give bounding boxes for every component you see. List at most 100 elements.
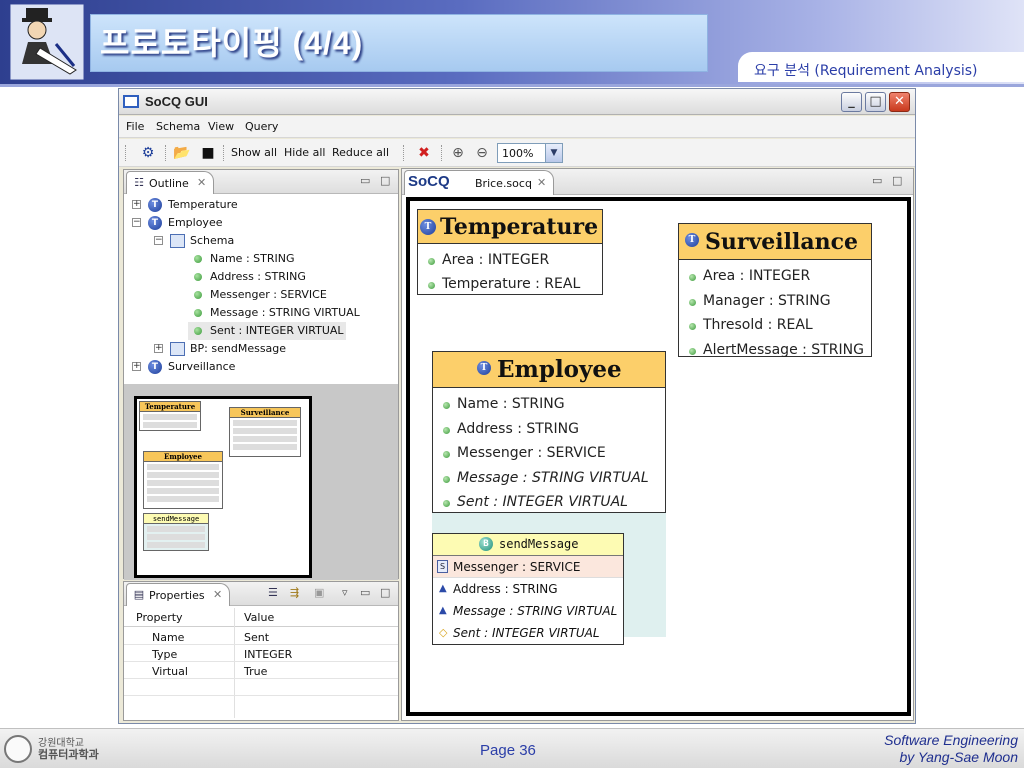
attribute-icon [194,327,202,335]
tree-item-schema[interactable]: − Schema [124,232,396,250]
close-icon[interactable]: ✕ [537,176,546,189]
overview-surveillance-box: Surveillance [229,407,301,457]
binding-pattern-header[interactable]: B sendMessage [433,534,623,556]
attribute-icon [689,274,696,281]
class-attribute[interactable]: Temperature : REAL [442,276,580,292]
minimize-icon[interactable]: ▭ [360,586,370,599]
maximize-icon[interactable]: □ [380,586,390,599]
tree-item-label: Address : STRING [210,270,306,283]
reduce-all-button[interactable]: Reduce all [332,146,389,159]
menu-schema[interactable]: Schema [156,120,200,133]
class-header-surveillance[interactable]: T Surveillance [679,224,871,260]
property-value[interactable]: Sent [244,631,269,644]
class-attribute[interactable]: Address : STRING [457,421,579,437]
class-attribute[interactable]: Name : STRING [457,396,565,412]
tab-outline[interactable]: ☷ Outline ✕ [126,171,214,194]
show-all-button[interactable]: Show all [231,146,277,159]
zoom-in-icon[interactable]: ⊕ [449,144,467,162]
window-titlebar[interactable]: SoCQ GUI _ □ ✕ [119,89,915,115]
close-icon: ✕ [894,94,905,109]
minimize-icon[interactable]: ▭ [360,174,370,187]
hide-all-button[interactable]: Hide all [284,146,325,159]
attribute-icon [689,348,696,355]
categories-icon[interactable]: ☰ [268,586,278,599]
tree-item-attribute[interactable]: Message : STRING VIRTUAL [124,304,396,322]
binding-pattern-row[interactable]: ◇ Sent : INTEGER VIRTUAL [433,622,623,644]
save-icon[interactable]: ■ [199,144,217,162]
tree-item-attribute[interactable]: Name : STRING [124,250,396,268]
binding-pattern-row-label: Messenger : SERVICE [453,560,581,574]
class-header-employee[interactable]: T Employee [433,352,665,388]
open-folder-icon[interactable]: 📂 [173,144,191,162]
overview-bp-title: sendMessage [144,514,208,524]
class-attribute[interactable]: Area : INTEGER [703,268,810,284]
menu-file[interactable]: File [126,120,144,133]
tree-item-temperature[interactable]: + T Temperature [124,196,396,214]
binding-pattern-icon [170,342,185,356]
binding-pattern-row[interactable]: ▲ Message : STRING VIRTUAL [433,600,623,622]
overview-viewport[interactable]: Temperature Surveillance Employee sendMe… [134,396,312,578]
binding-pattern-row[interactable]: ▲ Address : STRING [433,578,623,600]
class-header-temperature[interactable]: T Temperature [418,210,602,244]
class-icon: T [148,198,162,212]
tree-item-label: Employee [168,216,223,229]
zoom-out-icon[interactable]: ⊖ [473,144,491,162]
maximize-button[interactable]: □ [865,92,886,112]
tab-properties[interactable]: ▤ Properties ✕ [126,583,230,606]
attribute-icon [194,255,202,263]
outline-tab-label: Outline [149,177,189,190]
tree-item-attribute[interactable]: Address : STRING [124,268,396,286]
menu-query[interactable]: Query [245,120,278,133]
column-header-value[interactable]: Value [244,611,274,629]
close-icon[interactable]: ✕ [213,588,222,601]
tree-item-binding-pattern[interactable]: + BP: sendMessage [124,340,396,358]
advanced-icon[interactable]: ▣ [314,586,324,599]
class-attribute-virtual[interactable]: Sent : INTEGER VIRTUAL [457,494,628,510]
maximize-icon[interactable]: □ [892,174,902,187]
class-attribute[interactable]: Manager : STRING [703,293,831,309]
collapse-icon[interactable]: − [154,236,163,245]
class-box-employee[interactable]: T Employee Name : STRING Address : STRIN… [432,351,666,513]
slide: 프로토타이핑 (4/4) 요구 분석 (Requirement Analysis… [0,0,1024,768]
maximize-icon[interactable]: □ [380,174,390,187]
tree-item-employee[interactable]: − T Employee [124,214,396,232]
property-name: Name [152,631,185,644]
class-box-surveillance[interactable]: T Surveillance Area : INTEGER Manager : … [678,223,872,358]
chevron-down-icon[interactable]: ▼ [545,144,562,162]
expand-icon[interactable]: + [132,362,141,371]
tree-item-attribute-selected[interactable]: Sent : INTEGER VIRTUAL [188,322,346,340]
class-attribute[interactable]: Messenger : SERVICE [457,445,606,461]
expand-icon[interactable]: + [132,200,141,209]
minimize-icon[interactable]: ▭ [872,174,882,187]
binding-pattern-icon: B [479,537,493,551]
binding-pattern-row[interactable]: S Messenger : SERVICE [433,556,623,578]
tree-item-surveillance[interactable]: + T Surveillance [124,358,396,376]
close-icon[interactable]: ✕ [197,176,206,189]
tree-item-attribute[interactable]: Messenger : SERVICE [124,286,396,304]
property-value[interactable]: INTEGER [244,648,292,661]
binding-pattern-box[interactable]: B sendMessage S Messenger : SERVICE ▲ Ad… [432,533,624,645]
column-header-property[interactable]: Property [136,611,183,629]
new-schema-icon[interactable]: ⚙ [139,144,157,162]
class-attribute[interactable]: Thresold : REAL [703,317,813,333]
tab-brice-socq[interactable]: SoCQ Brice.socq ✕ [404,170,554,195]
close-button[interactable]: ✕ [889,92,910,112]
delete-icon[interactable]: ✖ [415,144,433,162]
property-value[interactable]: True [244,665,267,678]
class-name: Surveillance [705,229,858,255]
filter-icon[interactable]: ⇶ [290,586,299,599]
expand-icon[interactable]: + [154,344,163,353]
class-attribute[interactable]: AlertMessage : STRING [703,342,864,358]
minimize-button[interactable]: _ [841,92,862,112]
collapse-icon[interactable]: − [132,218,141,227]
chevron-down-icon[interactable]: ▿ [342,586,348,599]
diagram-canvas[interactable]: T Temperature Area : INTEGER Temperature… [406,197,911,716]
menu-view[interactable]: View [208,120,234,133]
diagram-overview[interactable]: Temperature Surveillance Employee sendMe… [124,384,398,580]
class-attribute[interactable]: Area : INTEGER [442,252,549,268]
editor-tabbar: SoCQ Brice.socq ✕ ▭ □ [402,169,913,195]
class-attribute-virtual[interactable]: Message : STRING VIRTUAL [457,470,649,486]
properties-tab-label: Properties [149,589,205,602]
class-box-temperature[interactable]: T Temperature Area : INTEGER Temperature… [417,209,603,295]
zoom-select[interactable]: 100% ▼ [497,143,563,163]
